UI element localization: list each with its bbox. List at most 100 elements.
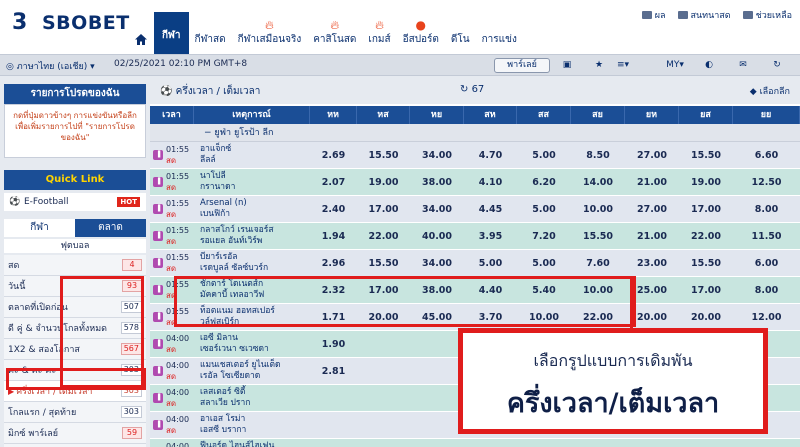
odds-cell[interactable]: 22.00	[357, 223, 410, 249]
odds-cell[interactable]	[410, 412, 464, 438]
league-row[interactable]: − ยูฟ่า ยูโรป้า ลีก	[150, 124, 800, 142]
odds-cell[interactable]: 5.00	[517, 196, 571, 222]
odds-cell[interactable]: 2.69	[310, 142, 357, 168]
event-teams[interactable]: บียาร์เรอัล เรดบูลล์ ซัลซ์บวร์ก	[194, 250, 310, 276]
stats-icon[interactable]: ▐	[150, 304, 166, 330]
event-teams[interactable]: แมนเชสเตอร์ ยูไนเต็ด เรอัล โซเซียดาด	[194, 358, 310, 384]
odds-cell[interactable]: 2.07	[310, 169, 357, 195]
odds-cell[interactable]	[464, 439, 517, 447]
odds-cell[interactable]	[625, 439, 679, 447]
odds-cell[interactable]: 15.50	[679, 250, 733, 276]
odds-cell[interactable]: 2.96	[310, 250, 357, 276]
odds-cell[interactable]	[357, 385, 410, 411]
odds-cell[interactable]	[357, 331, 410, 357]
odds-cell[interactable]: 15.50	[571, 223, 625, 249]
stats-icon[interactable]: ▐	[150, 250, 166, 276]
odds-cell[interactable]: 1.90	[310, 331, 357, 357]
home-icon[interactable]	[128, 24, 154, 54]
results-link[interactable]: ผล	[641, 8, 666, 22]
odds-cell[interactable]: 7.20	[517, 223, 571, 249]
odds-cell[interactable]	[310, 385, 357, 411]
odds-cell[interactable]: 8.50	[571, 142, 625, 168]
odds-cell[interactable]: 2.81	[310, 358, 357, 384]
event-teams[interactable]: กลาสโกว์ เรนเจอร์ส รอแยล อันท์เวิร์พ	[194, 223, 310, 249]
refresh-icon[interactable]: ↻	[770, 58, 784, 73]
odds-cell[interactable]	[310, 412, 357, 438]
odds-cell[interactable]: 40.00	[410, 223, 464, 249]
odds-cell[interactable]: 27.00	[625, 142, 679, 168]
odds-cell[interactable]: 4.45	[464, 196, 517, 222]
event-teams[interactable]: เอซี มิลาน เซอร์เวนา ซเวซดา	[194, 331, 310, 357]
odds-cell[interactable]: 34.00	[410, 439, 464, 447]
nav-virtual-sports[interactable]: 🔥︎ กีฬาเสมือนจริง	[232, 18, 308, 54]
odds-cell[interactable]: 21.00	[625, 169, 679, 195]
display-toggle-icon[interactable]: ▣	[558, 58, 576, 73]
stats-icon[interactable]: ▐	[150, 196, 166, 222]
event-teams[interactable]: ฟีนอร์ด ไฮนส์ไฮเฟนโอลิมเปียโกส	[194, 439, 310, 447]
odds-cell[interactable]: 17.00	[357, 196, 410, 222]
stats-icon[interactable]: ▐	[150, 385, 166, 411]
odds-cell[interactable]: 7.60	[571, 250, 625, 276]
stats-icon[interactable]: ▐	[150, 223, 166, 249]
odds-cell[interactable]: 38.00	[410, 169, 464, 195]
select-league-button[interactable]: ◆ เลือกลีก	[750, 84, 790, 98]
odds-cell[interactable]: 15.50	[679, 142, 733, 168]
nav-live-casino[interactable]: 🔥︎ คาสิโนสด	[307, 18, 362, 54]
sort-icon[interactable]: ≡▾	[612, 58, 634, 73]
help-link[interactable]: ช่วยเหลือ	[742, 8, 792, 22]
odds-cell[interactable]: 2.40	[310, 196, 357, 222]
odds-cell[interactable]	[679, 439, 733, 447]
odds-cell[interactable]: 6.00	[733, 250, 800, 276]
stats-icon[interactable]: ▐	[150, 331, 166, 357]
odds-type-select[interactable]: MY▾	[662, 58, 688, 73]
nav-esports[interactable]: ● อีสปอร์ต	[397, 18, 445, 54]
market-item[interactable]: สด 4	[4, 255, 146, 276]
event-teams[interactable]: อาแจ็กซ์ ลีลล์	[194, 142, 310, 168]
tab-market[interactable]: ตลาด	[75, 219, 146, 237]
odds-cell[interactable]	[410, 358, 464, 384]
odds-cell[interactable]	[357, 358, 410, 384]
odds-cell[interactable]: 27.00	[625, 196, 679, 222]
nav-racing[interactable]: การแข่ง	[476, 24, 523, 54]
odds-cell[interactable]	[571, 439, 625, 447]
odds-cell[interactable]	[410, 331, 464, 357]
nav-sports[interactable]: กีฬา	[154, 12, 189, 54]
odds-cell[interactable]: 15.50	[357, 142, 410, 168]
odds-cell[interactable]: 12.00	[733, 304, 800, 330]
odds-cell[interactable]: 4.10	[464, 169, 517, 195]
event-teams[interactable]: Arsenal (n) เบนฟิก้า	[194, 196, 310, 222]
mail-icon[interactable]: ✉	[736, 58, 750, 73]
odds-cell[interactable]: 14.00	[571, 169, 625, 195]
language-select[interactable]: ◎ ภาษาไทย (เอเชีย) ▾	[6, 59, 95, 73]
odds-cell[interactable]: 12.50	[733, 169, 800, 195]
stats-icon[interactable]: ▐	[150, 358, 166, 384]
stats-icon[interactable]: ▐	[150, 412, 166, 438]
odds-cell[interactable]	[517, 439, 571, 447]
odds-cell[interactable]: 10.00	[571, 196, 625, 222]
event-teams[interactable]: นาโปลี กรานาดา	[194, 169, 310, 195]
event-teams[interactable]: เลสเตอร์ ซิตี้ สลาเวีย ปราก	[194, 385, 310, 411]
odds-cell[interactable]: 34.00	[410, 196, 464, 222]
nav-games[interactable]: 🔥︎ เกมส์	[362, 18, 396, 54]
parlay-button[interactable]: พาร์เลย์	[494, 58, 550, 73]
odds-cell[interactable]: 22.00	[679, 223, 733, 249]
odds-cell[interactable]	[357, 412, 410, 438]
view-icon[interactable]: ◐	[702, 58, 716, 73]
odds-cell[interactable]: 21.00	[625, 223, 679, 249]
market-item[interactable]: โกลแรก / สุดท้าย 303	[4, 402, 146, 423]
odds-cell[interactable]: 16.00	[357, 439, 410, 447]
nav-dino[interactable]: ดีโน	[445, 24, 476, 54]
odds-cell[interactable]: 5.00	[464, 250, 517, 276]
market-item[interactable]: มิกซ์ พาร์เลย์ 59	[4, 423, 146, 444]
odds-cell[interactable]: 17.00	[679, 196, 733, 222]
odds-cell[interactable]: 5.00	[517, 250, 571, 276]
odds-cell[interactable]: 20.00	[679, 304, 733, 330]
odds-cell[interactable]: 34.00	[410, 142, 464, 168]
odds-cell[interactable]	[410, 385, 464, 411]
stats-icon[interactable]: ▐	[150, 277, 166, 303]
tab-sport[interactable]: กีฬา	[4, 219, 75, 237]
stats-icon[interactable]: ▐	[150, 439, 166, 447]
odds-cell[interactable]	[733, 439, 800, 447]
odds-cell[interactable]: 3.95	[464, 223, 517, 249]
odds-cell[interactable]: 34.00	[410, 250, 464, 276]
